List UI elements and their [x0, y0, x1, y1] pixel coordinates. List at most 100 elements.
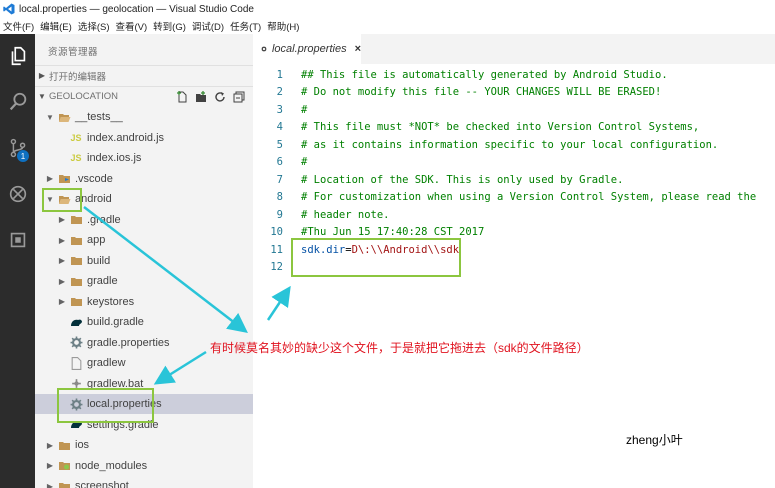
line-number: 11 [270, 243, 283, 256]
chevron-right-icon: ▶ [58, 235, 66, 245]
menu-edit[interactable]: 编辑(E) [37, 19, 75, 33]
tree-item-label: index.ios.js [87, 152, 142, 164]
comment-text: # Location of the SDK. This is only used… [301, 173, 624, 186]
line-number: 3 [276, 103, 283, 116]
explorer-activity[interactable] [0, 38, 35, 74]
js-file-icon: JS [70, 153, 82, 163]
line-number: 7 [276, 173, 283, 186]
comment-text: # header note. [301, 208, 390, 221]
code-line: 9 # header note. [253, 206, 775, 224]
extensions-activity[interactable] [0, 222, 35, 258]
code-line: 3 # [253, 101, 775, 119]
comment-text: # [301, 103, 308, 116]
line-number: 4 [276, 121, 283, 134]
folder-open-icon [57, 110, 71, 124]
chevron-right-icon: ▶ [46, 174, 54, 183]
tree-item-label: gradle [87, 275, 118, 287]
tree-item[interactable]: ▶ node_modules [35, 456, 253, 476]
code-line: 1 ## This file is automatically generated… [253, 66, 775, 84]
gear-icon [261, 46, 267, 52]
tab-local-properties[interactable]: local.properties × [253, 34, 361, 64]
tree-item[interactable]: ▶ .vscode [35, 169, 253, 189]
tree-item[interactable]: ▶ build [35, 251, 253, 271]
line-number: 8 [276, 191, 283, 204]
open-editors-section[interactable]: ▶ 打开的编辑器 [35, 65, 253, 85]
comment-text: # [301, 156, 308, 169]
debug-activity[interactable] [0, 176, 35, 212]
tree-item[interactable]: ▼ __tests__ [35, 107, 253, 127]
files-icon [11, 46, 25, 66]
line-number: 10 [270, 226, 283, 239]
tab-bar: local.properties × [253, 34, 775, 64]
line-number: 9 [276, 208, 283, 221]
collapse-all-icon[interactable] [233, 91, 245, 103]
folder-icon [69, 233, 83, 247]
chevron-right-icon: ▶ [58, 297, 66, 306]
refresh-icon[interactable] [214, 91, 226, 103]
tree-item-label: app [87, 234, 106, 246]
tree-item[interactable]: JS index.android.js [35, 128, 253, 148]
vscode-logo-icon [3, 3, 15, 15]
chevron-right-icon: ▶ [38, 71, 46, 80]
menu-debug[interactable]: 调试(D) [189, 19, 227, 33]
chevron-down-icon: ▼ [38, 92, 46, 101]
debug-icon [9, 185, 26, 203]
folder-icon [69, 213, 83, 227]
node-folder-icon [57, 459, 71, 473]
tab-label: local.properties [271, 43, 347, 55]
code-line: 6 # [253, 154, 775, 172]
comment-text: # This file must *NOT* be checked into V… [301, 121, 700, 134]
tree-item[interactable]: ▶ gradle [35, 271, 253, 291]
tree-item[interactable]: ▶ .gradle [35, 210, 253, 230]
new-folder-icon[interactable] [195, 91, 207, 103]
search-activity[interactable] [0, 84, 35, 120]
code-line: 5 # as it contains information specific t… [253, 136, 775, 154]
menu-file[interactable]: 文件(F) [0, 19, 37, 33]
tree-item[interactable]: gradlew [35, 353, 253, 373]
comment-text: #Thu Jun 15 17:40:28 CST 2017 [301, 226, 485, 239]
tree-item-label: build.gradle [87, 316, 144, 328]
line-number: 2 [276, 86, 283, 99]
js-file-icon: JS [70, 132, 82, 143]
open-editors-label: 打开的编辑器 [49, 71, 107, 83]
tree-item-label: keystores [87, 295, 135, 308]
tree-item[interactable]: ▶ app [35, 230, 253, 250]
tree-item-label: __tests__ [75, 111, 123, 123]
menu-view[interactable]: 查看(V) [112, 19, 150, 33]
source-control-activity[interactable]: 1 [0, 130, 35, 166]
line-number: 6 [276, 156, 283, 169]
close-icon[interactable]: × [355, 43, 361, 55]
line-number: 1 [276, 68, 283, 81]
chevron-right-icon: ▶ [46, 461, 54, 470]
comment-text: ## This file is automatically generated … [301, 68, 668, 81]
comment-text: # Do not modify this file -- YOUR CHANGE… [301, 86, 662, 99]
gradle-icon [69, 315, 83, 329]
chevron-right-icon: ▶ [58, 215, 66, 224]
folder-icon [69, 295, 83, 309]
tree-item-label: .gradle [87, 213, 121, 226]
tree-item[interactable]: ▶ ios [35, 435, 253, 455]
tree-item[interactable]: JS index.ios.js [35, 148, 253, 168]
tree-item-label: screenshot [75, 480, 129, 488]
explorer-toolbar [176, 87, 245, 107]
tree-item-label: index.android.js [87, 131, 165, 144]
vscode-folder-icon [57, 172, 71, 186]
menu-selection[interactable]: 选择(S) [75, 19, 113, 33]
tree-item[interactable]: build.gradle [35, 312, 253, 332]
author-watermark: zheng小叶 [626, 433, 683, 447]
new-file-icon[interactable] [176, 91, 188, 103]
folder-icon [57, 438, 71, 452]
tree-item[interactable]: ▶ screenshot [35, 476, 253, 488]
activity-bar: 1 [0, 34, 35, 488]
menu-help[interactable]: 帮助(H) [264, 19, 302, 33]
line-number: 5 [276, 138, 283, 151]
gear-icon [69, 336, 83, 350]
menu-tasks[interactable]: 任务(T) [227, 19, 264, 33]
window-title: local.properties — geolocation — Visual … [19, 3, 254, 15]
comment-text: # as it contains information specific to… [301, 138, 719, 151]
tree-item-label: gradle.properties [87, 336, 170, 349]
tree-item[interactable]: ▶ keystores [35, 292, 253, 312]
chevron-right-icon: ▶ [46, 481, 54, 488]
menu-goto[interactable]: 转到(G) [150, 19, 189, 33]
project-section[interactable]: ▼ GEOLOCATION [35, 86, 253, 106]
